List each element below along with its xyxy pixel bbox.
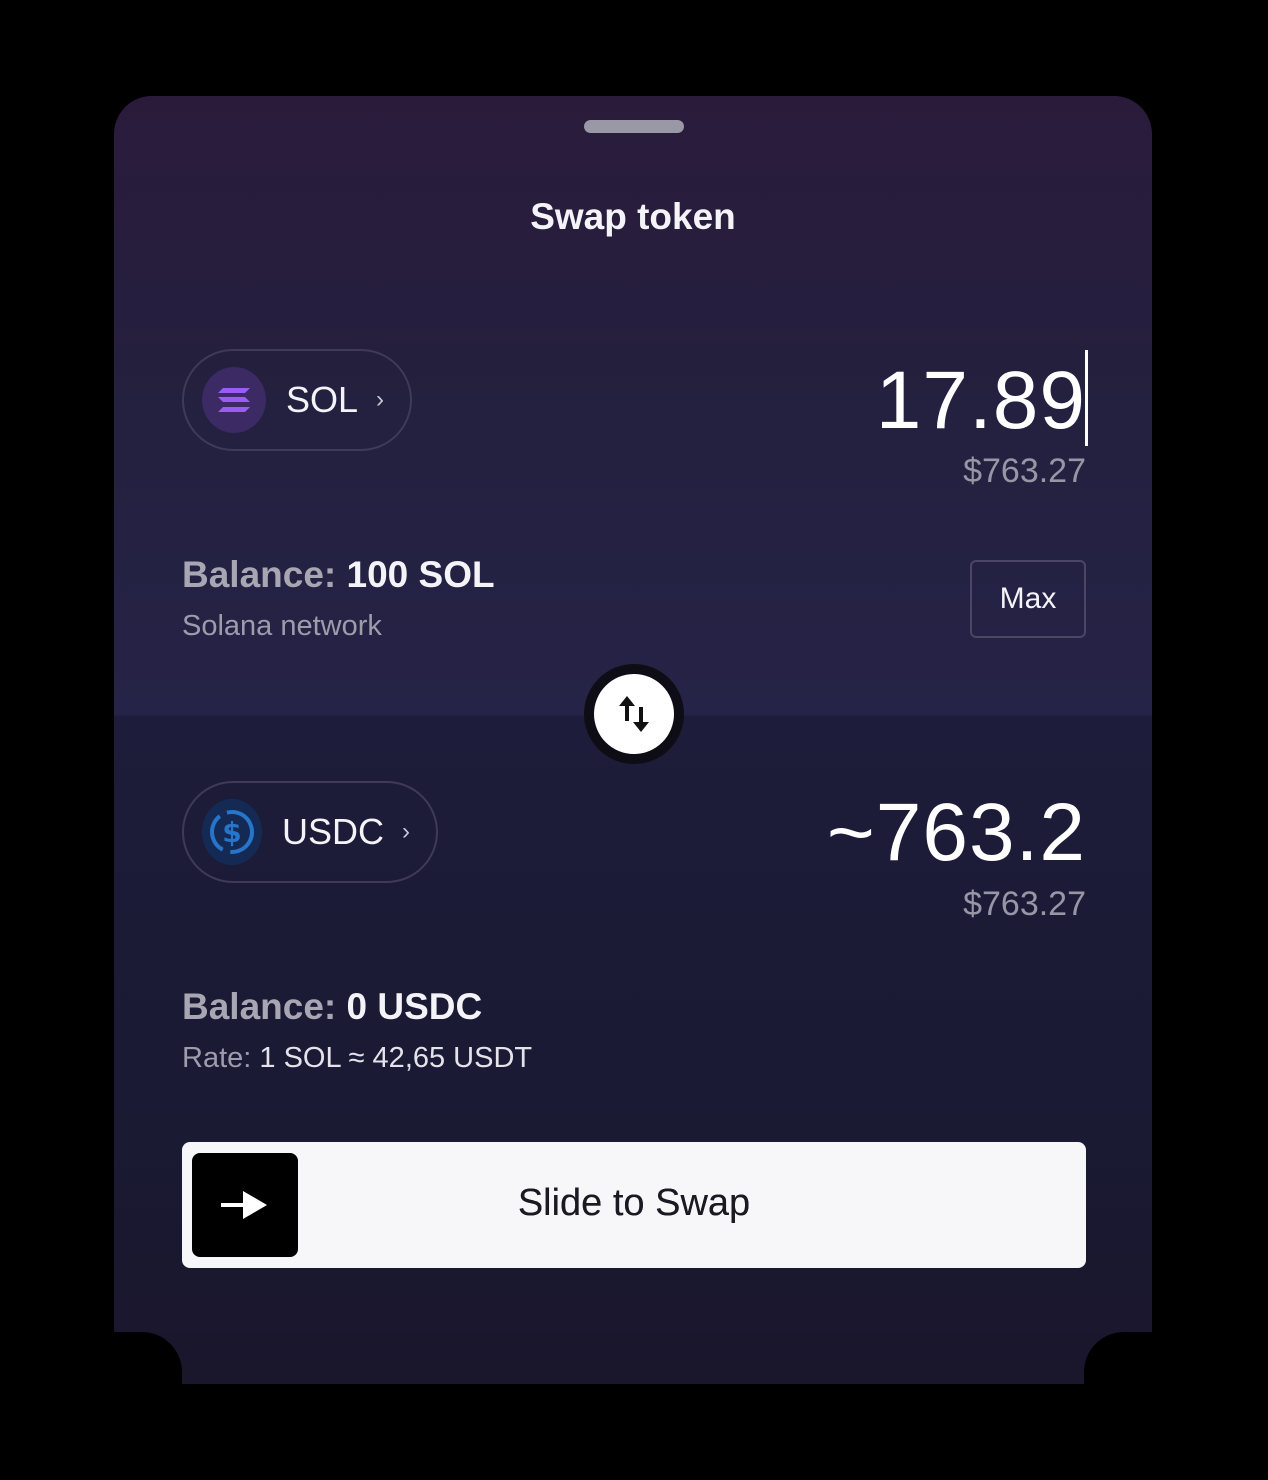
to-token-symbol: USDC bbox=[281, 811, 384, 852]
to-fiat-value: $763.27 bbox=[963, 885, 1086, 923]
slide-to-swap-handle[interactable] bbox=[192, 1153, 298, 1257]
from-fiat-value: $763.27 bbox=[963, 452, 1086, 490]
to-token-selector[interactable]: $ USDC › bbox=[182, 781, 438, 883]
text-caret bbox=[1085, 350, 1088, 446]
to-amount: ~763.2 bbox=[826, 787, 1086, 878]
swap-sheet: Swap token SOL › 17.89 $763.27 Balance: … bbox=[114, 96, 1152, 1384]
from-token-selector[interactable]: SOL › bbox=[182, 349, 412, 451]
arrow-right-icon bbox=[221, 1191, 267, 1219]
from-token-symbol: SOL bbox=[285, 379, 358, 420]
swap-direction-ring bbox=[584, 664, 684, 764]
slide-to-swap-label: Slide to Swap bbox=[182, 1182, 1086, 1225]
swap-arrows-icon bbox=[619, 696, 649, 732]
from-balance-value: 100 SOL bbox=[346, 554, 495, 595]
sheet-grabber[interactable] bbox=[584, 120, 684, 133]
from-network: Solana network bbox=[182, 610, 382, 642]
max-button[interactable]: Max bbox=[970, 560, 1086, 638]
from-amount-input[interactable]: 17.89 bbox=[876, 354, 1086, 448]
from-balance: Balance: 100 SOL bbox=[182, 554, 495, 596]
swap-direction-button[interactable] bbox=[594, 674, 674, 754]
to-balance-value: 0 USDC bbox=[346, 986, 483, 1027]
rate-label: Rate: bbox=[182, 1042, 252, 1074]
to-balance: Balance: 0 USDC bbox=[182, 986, 482, 1028]
sheet-corner-left bbox=[114, 1332, 182, 1384]
slide-to-swap-track[interactable]: Slide to Swap bbox=[182, 1142, 1086, 1268]
chevron-right-icon: › bbox=[376, 386, 384, 413]
usdc-icon: $ bbox=[202, 799, 262, 865]
svg-text:$: $ bbox=[222, 816, 241, 849]
solana-icon bbox=[202, 367, 266, 433]
sheet-corner-right bbox=[1084, 1332, 1152, 1384]
to-balance-label: Balance: bbox=[182, 986, 337, 1027]
sheet-title: Swap token bbox=[530, 196, 736, 237]
rate-value: 1 SOL ≈ 42,65 USDT bbox=[259, 1042, 533, 1074]
exchange-rate: Rate: 1 SOL ≈ 42,65 USDT bbox=[182, 1042, 532, 1075]
chevron-right-icon: › bbox=[402, 818, 410, 845]
from-balance-label: Balance: bbox=[182, 554, 337, 595]
